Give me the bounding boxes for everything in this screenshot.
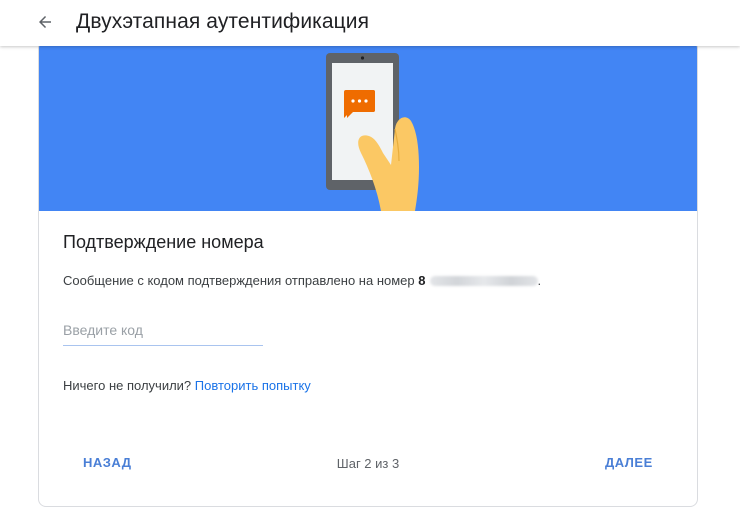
phone-number-prefix: 8 xyxy=(418,273,426,288)
top-app-bar: Двухэтапная аутентификация xyxy=(0,0,740,46)
back-arrow-button[interactable] xyxy=(30,8,62,36)
redacted-phone-number xyxy=(429,276,538,286)
phone-with-message-icon xyxy=(326,53,419,211)
card-title: Подтверждение номера xyxy=(63,232,264,252)
banner-illustration xyxy=(39,41,697,211)
resend-link[interactable]: Повторить попытку xyxy=(195,378,311,393)
verification-code-input[interactable] xyxy=(63,315,263,346)
arrow-back-icon xyxy=(39,16,51,28)
code-sent-message: Сообщение с кодом подтверждения отправле… xyxy=(63,273,542,288)
next-button[interactable]: ДАЛЕЕ xyxy=(597,447,661,479)
verification-card: Подтверждение номера Сообщение с кодом п… xyxy=(38,40,698,507)
resend-question: Ничего не получили? xyxy=(63,378,192,393)
page-title: Двухэтапная аутентификация xyxy=(76,10,370,33)
code-sent-text: Сообщение с кодом подтверждения отправле… xyxy=(63,273,415,288)
resend-line: Ничего не получили? Повторить попытку xyxy=(63,377,311,395)
